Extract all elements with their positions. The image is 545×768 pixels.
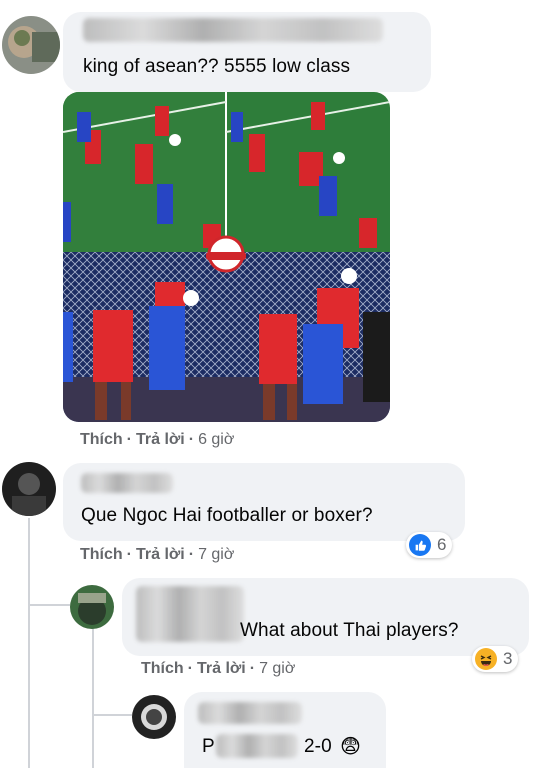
like-link[interactable]: Thích [80,546,123,563]
blurred-text [216,734,298,758]
comment-text-prefix: P [202,736,215,757]
timestamp[interactable]: 7 giờ [259,660,295,677]
reaction-count: 3 [503,649,513,668]
comment-text: 2-0 [304,736,332,757]
comment-bubble: Que Ngoc Hai footballer or boxer? [63,463,465,541]
reaction-count: 6 [437,535,447,554]
like-icon [409,534,431,556]
avatar[interactable] [2,16,60,74]
like-link[interactable]: Thích [141,660,184,677]
comment-bubble: king of asean?? 5555 low class [63,12,431,92]
author-name[interactable] [83,18,383,42]
soccer-photo [63,92,390,422]
author-name[interactable] [136,586,244,642]
author-name[interactable] [198,702,302,724]
reply-link[interactable]: Trả lời [136,546,185,563]
timestamp[interactable]: 6 giờ [198,431,234,448]
comment-actions: Thích · Trả lời · 7 giờ [141,660,296,677]
author-name[interactable] [81,473,173,493]
reaction-summary[interactable]: 6 [406,532,453,558]
reaction-summary[interactable]: 3 [472,646,519,672]
avatar[interactable] [132,695,176,739]
comment-text: king of asean?? 5555 low class [83,56,351,77]
avatar[interactable] [70,585,114,629]
like-link[interactable]: Thích [80,431,123,448]
comment-actions: Thích · Trả lời · 6 giờ [80,431,235,448]
comment-bubble: What about Thai players? [122,578,529,656]
comment-photo[interactable] [63,92,390,422]
fearful-emoji-icon: 😨 [340,736,361,758]
thread-connector [92,714,132,716]
comment-bubble: P 2-0 😨 [184,692,386,768]
comment-text: Que Ngoc Hai footballer or boxer? [81,505,373,526]
comment-text: What about Thai players? [240,620,459,641]
thread-line [28,518,30,768]
thread-connector [28,604,70,606]
thread-line [92,624,94,768]
timestamp[interactable]: 7 giờ [198,546,234,563]
reply-link[interactable]: Trả lời [197,660,246,677]
comment-actions: Thích · Trả lời · 7 giờ [80,546,235,563]
haha-icon [475,648,497,670]
reply-link[interactable]: Trả lời [136,431,185,448]
avatar[interactable] [2,462,56,516]
